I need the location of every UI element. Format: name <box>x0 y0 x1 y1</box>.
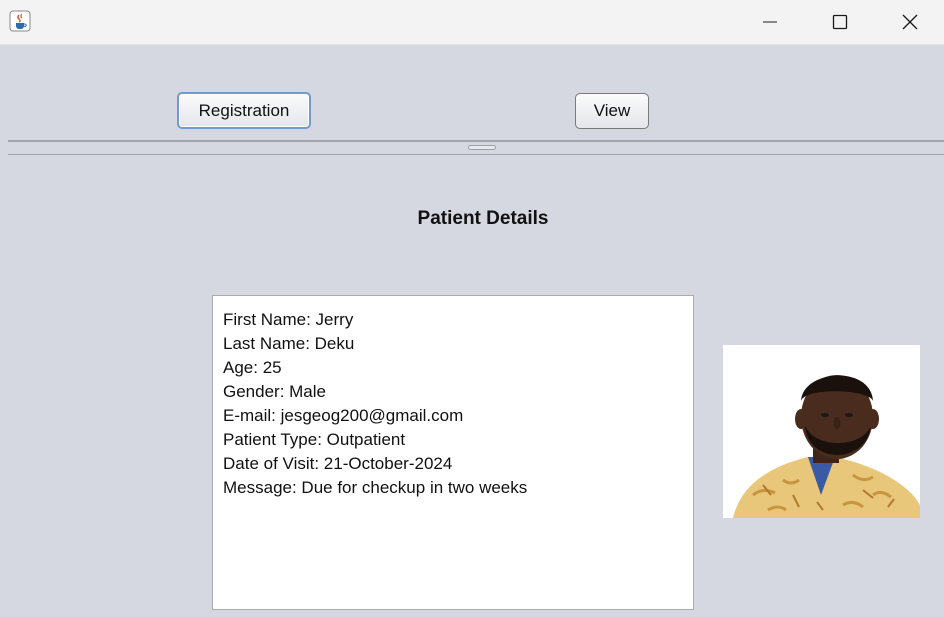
detail-line-date-of-visit: Date of Visit: 21-October-2024 <box>223 454 453 473</box>
divider-grip[interactable] <box>468 145 496 150</box>
detail-line-age: Age: 25 <box>223 358 282 377</box>
minimize-icon <box>763 21 777 23</box>
maximize-button[interactable] <box>805 0 875 44</box>
java-cup-icon <box>9 10 31 32</box>
maximize-icon <box>832 14 848 30</box>
toolbar-panel: Registration View <box>0 44 944 140</box>
detail-line-last-name: Last Name: Deku <box>223 334 355 353</box>
patient-photo <box>723 345 920 518</box>
detail-line-message: Message: Due for checkup in two weeks <box>223 478 528 497</box>
split-pane-divider[interactable] <box>8 140 944 155</box>
view-button[interactable]: View <box>575 93 649 129</box>
detail-line-email: E-mail: jesgeog200@gmail.com <box>223 406 464 425</box>
registration-button[interactable]: Registration <box>177 92 311 129</box>
app-window: Registration View Patient Details First … <box>0 0 944 617</box>
detail-line-patient-type: Patient Type: Outpatient <box>223 430 406 449</box>
page-title: Patient Details <box>417 208 549 229</box>
title-bar <box>0 0 944 45</box>
minimize-button[interactable] <box>735 0 805 44</box>
close-icon <box>902 14 918 30</box>
close-button[interactable] <box>875 0 944 44</box>
detail-line-gender: Gender: Male <box>223 382 326 401</box>
patient-details-textarea[interactable]: First Name: Jerry Last Name: Deku Age: 2… <box>212 295 694 610</box>
detail-line-first-name: First Name: Jerry <box>223 310 354 329</box>
